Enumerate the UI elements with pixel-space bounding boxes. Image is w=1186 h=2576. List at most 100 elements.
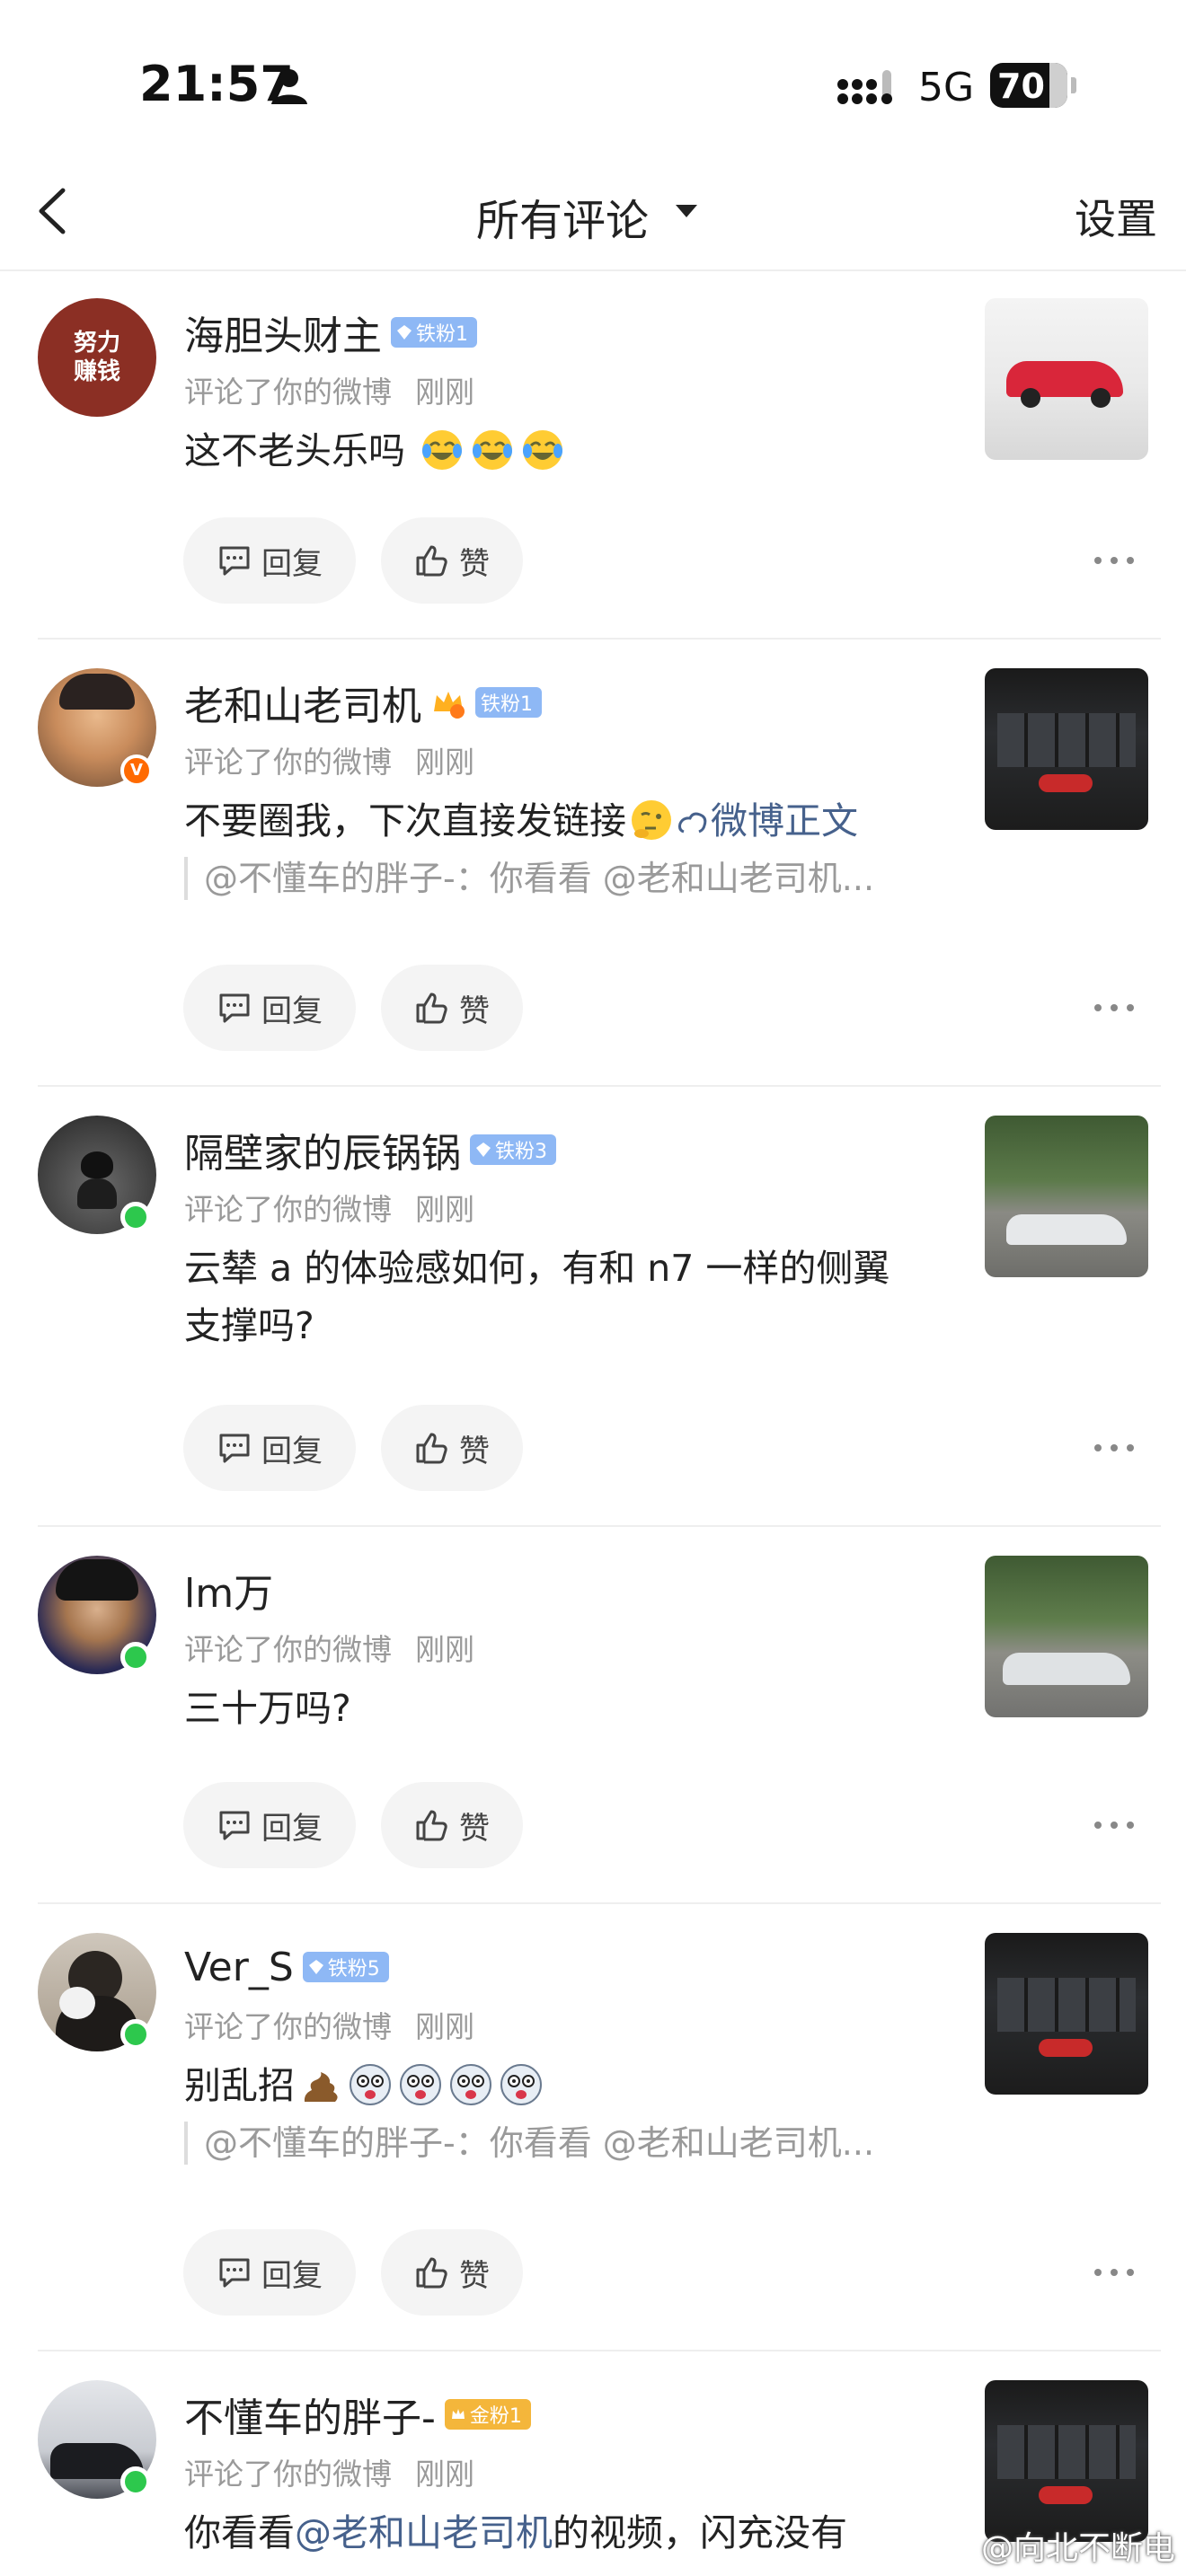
user-name[interactable]: 不懂车的胖子- <box>184 2386 436 2443</box>
battery-icon: 70 <box>990 63 1067 108</box>
verified-badge-icon: V <box>120 754 153 787</box>
more-options-icon[interactable] <box>1094 999 1134 1017</box>
quoted-comment[interactable]: @不懂车的胖子-：你看看 @老和山老司机... <box>184 857 874 900</box>
crying-laughing-emoji <box>473 430 513 470</box>
more-options-icon[interactable] <box>1094 1439 1134 1457</box>
comment-icon <box>219 546 250 576</box>
online-status-icon <box>120 1642 151 1672</box>
person-icon <box>271 69 307 104</box>
comment-text[interactable]: 你看看@老和山老司机的视频，闪充没有 <box>184 2504 930 2562</box>
reply-label: 回复 <box>261 545 323 582</box>
user-name[interactable]: Ver_S <box>184 1945 294 1990</box>
reply-label: 回复 <box>261 1810 323 1847</box>
post-thumbnail[interactable] <box>985 1556 1148 1717</box>
network-label: 5G <box>918 65 975 110</box>
comment-meta: 评论了你的微博 刚刚 <box>184 738 474 781</box>
diamond-icon <box>308 1960 323 1974</box>
more-options-icon[interactable] <box>1094 551 1134 569</box>
fan-badge-label: 铁粉1 <box>481 693 533 716</box>
comment-time: 刚刚 <box>415 2457 474 2492</box>
dizzy-face-emoji <box>350 2064 391 2105</box>
crying-laughing-emoji <box>422 430 463 470</box>
user-name[interactable]: 隔壁家的辰锅锅 <box>184 1121 461 1178</box>
fan-badge: 铁粉5 <box>302 1952 389 1982</box>
diamond-icon <box>397 325 412 340</box>
like-button[interactable]: 赞 <box>381 1405 523 1491</box>
comment-icon <box>219 1434 250 1463</box>
meta-text: 评论了你的微博 <box>184 375 392 410</box>
like-label: 赞 <box>459 2257 490 2294</box>
like-button[interactable]: 赞 <box>381 1782 523 1868</box>
mention-link[interactable]: @老和山老司机 <box>295 2511 553 2554</box>
chevron-left-icon[interactable] <box>27 180 81 243</box>
post-thumbnail[interactable] <box>985 668 1148 830</box>
like-button[interactable]: 赞 <box>381 2229 523 2316</box>
meta-text: 评论了你的微博 <box>184 2009 392 2044</box>
like-button[interactable]: 赞 <box>381 965 523 1051</box>
comment-item[interactable]: lm万 评论了你的微博 刚刚 三十万吗? 回复 赞 <box>0 1527 1186 1904</box>
post-thumbnail[interactable] <box>985 1933 1148 2095</box>
reply-button[interactable]: 回复 <box>183 517 356 604</box>
name-row: 海胆头财主 铁粉1 <box>184 305 477 359</box>
comment-text[interactable]: 三十万吗? <box>184 1680 930 1737</box>
crown-icon <box>451 2409 465 2419</box>
reply-button[interactable]: 回复 <box>183 1405 356 1491</box>
thumbs-up-icon <box>416 1433 447 1464</box>
weibo-link[interactable]: 微博正文 <box>677 799 858 842</box>
avatar[interactable]: 努力 赚钱 <box>38 298 156 417</box>
user-name[interactable]: 海胆头财主 <box>184 304 382 361</box>
name-row: lm万 <box>184 1563 273 1617</box>
comment-time: 刚刚 <box>415 375 474 410</box>
online-status-icon <box>120 2466 151 2497</box>
meta-text: 评论了你的微博 <box>184 745 392 780</box>
comment-item[interactable]: 努力 赚钱 海胆头财主 铁粉1 评论了你的微博 刚刚 这不老头乐吗 回复 赞 <box>0 269 1186 640</box>
comment-text[interactable]: 不要圈我，下次直接发链接 微博正文 <box>184 792 930 850</box>
fan-badge: 金粉1 <box>444 2399 531 2430</box>
fan-badge-label: 金粉1 <box>469 2405 522 2428</box>
post-thumbnail[interactable] <box>985 2380 1148 2542</box>
fan-badge-label: 铁粉3 <box>495 1141 547 1163</box>
watermark-text: @向北不断电 <box>981 2530 1176 2567</box>
page-title[interactable]: 所有评论 <box>476 185 649 248</box>
nav-bar: 所有评论 设置 <box>0 153 1186 271</box>
like-label: 赞 <box>459 992 490 1029</box>
fan-badge: 铁粉1 <box>475 687 542 718</box>
comment-item[interactable]: 隔壁家的辰锅锅 铁粉3 评论了你的微博 刚刚 云辇 a 的体验感如何，有和 n7 … <box>0 1087 1186 1527</box>
comment-text-body: 不要圈我，下次直接发链接 <box>184 799 626 842</box>
comment-text[interactable]: 这不老头乐吗 <box>184 422 930 480</box>
like-label: 赞 <box>459 545 490 582</box>
name-row: 老和山老司机 铁粉1 <box>184 675 542 729</box>
reply-button[interactable]: 回复 <box>183 2229 356 2316</box>
reply-label: 回复 <box>261 2257 323 2294</box>
comment-text[interactable]: 云辇 a 的体验感如何，有和 n7 一样的侧翼支撑吗? <box>184 1239 903 1354</box>
like-label: 赞 <box>459 1433 490 1469</box>
comment-time: 刚刚 <box>415 1192 474 1227</box>
post-thumbnail[interactable] <box>985 1116 1148 1277</box>
settings-button[interactable]: 设置 <box>1075 187 1157 246</box>
more-options-icon[interactable] <box>1094 1816 1134 1834</box>
like-button[interactable]: 赞 <box>381 517 523 604</box>
poop-emoji <box>304 2072 338 2102</box>
thumbs-up-icon <box>416 545 447 577</box>
user-name[interactable]: 老和山老司机 <box>184 674 421 731</box>
signal-icon <box>837 70 892 104</box>
diamond-icon <box>476 1142 491 1157</box>
comment-meta: 评论了你的微博 刚刚 <box>184 1186 474 1229</box>
more-options-icon[interactable] <box>1094 2263 1134 2281</box>
reply-button[interactable]: 回复 <box>183 1782 356 1868</box>
comment-text[interactable]: 别乱招 <box>184 2057 930 2114</box>
comment-item[interactable]: V 老和山老司机 铁粉1 评论了你的微博 刚刚 不要圈我，下次直接发链接 微博正文 … <box>0 640 1186 1087</box>
fan-badge: 铁粉1 <box>391 317 477 348</box>
like-label: 赞 <box>459 1810 490 1847</box>
comment-icon <box>219 2258 250 2288</box>
comment-time: 刚刚 <box>415 1632 474 1667</box>
reply-button[interactable]: 回复 <box>183 965 356 1051</box>
user-name[interactable]: lm万 <box>184 1561 273 1619</box>
comment-icon <box>219 993 250 1023</box>
caret-down-icon[interactable] <box>676 205 697 217</box>
thinking-emoji <box>632 800 671 840</box>
comment-item[interactable]: Ver_S 铁粉5 评论了你的微博 刚刚 别乱招 @不懂车的胖子-：你看看 @老和… <box>0 1904 1186 2351</box>
quoted-comment[interactable]: @不懂车的胖子-：你看看 @老和山老司机... <box>184 2122 874 2165</box>
reply-label: 回复 <box>261 1433 323 1469</box>
post-thumbnail[interactable] <box>985 298 1148 460</box>
